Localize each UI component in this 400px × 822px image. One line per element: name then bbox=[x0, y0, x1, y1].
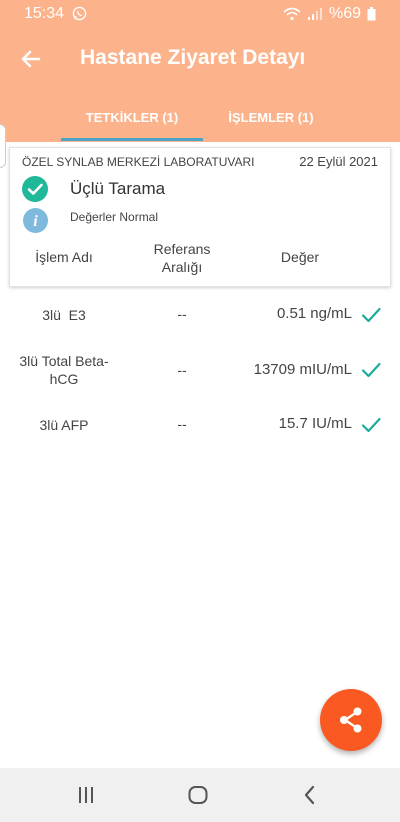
nav-back-button[interactable] bbox=[296, 782, 324, 808]
tab-tetkikler[interactable]: TETKİKLER (1) bbox=[61, 100, 203, 142]
column-header-value: Değer bbox=[280, 249, 320, 265]
share-icon bbox=[340, 707, 362, 733]
result-value: 0.51 ng/mL bbox=[276, 305, 352, 322]
result-row: 3lü E3 -- 0.51 ng/mL bbox=[0, 305, 400, 327]
share-button[interactable] bbox=[320, 689, 382, 751]
tab-label: TETKİKLER (1) bbox=[85, 110, 179, 125]
result-reference: -- bbox=[177, 416, 187, 432]
tab-islemler[interactable]: İŞLEMLER (1) bbox=[203, 100, 339, 142]
lab-name: ÖZEL SYNLAB MERKEZİ LABORATUVARI bbox=[22, 155, 255, 169]
result-row: 3lü Total Beta-hCG -- 13709 mIU/mL bbox=[0, 352, 400, 392]
page-title: Hastane Ziyaret Detayı bbox=[80, 46, 306, 69]
result-value: 15.7 IU/mL bbox=[278, 415, 352, 432]
home-icon bbox=[188, 786, 208, 804]
result-reference: -- bbox=[177, 306, 187, 322]
battery-level: %69 bbox=[328, 5, 361, 22]
arrow-left-icon bbox=[21, 50, 41, 68]
result-name: 3lü AFP bbox=[39, 417, 89, 433]
edge-panel-handle[interactable] bbox=[0, 124, 6, 168]
battery-icon bbox=[367, 7, 376, 21]
result-name: 3lü Total Beta-hCG bbox=[19, 353, 109, 387]
system-nav-bar bbox=[0, 768, 400, 822]
info-icon: i bbox=[23, 208, 48, 233]
status-bar: 15:34 %69 bbox=[0, 0, 400, 28]
lab-card: ÖZEL SYNLAB MERKEZİ LABORATUVARI 22 Eylü… bbox=[9, 147, 391, 287]
tab-label: İŞLEMLER (1) bbox=[228, 110, 314, 125]
visit-date: 22 Eylül 2021 bbox=[299, 154, 378, 169]
back-button[interactable] bbox=[14, 44, 48, 74]
column-header-name: İşlem Adı bbox=[35, 249, 93, 265]
status-time: 15:34 bbox=[24, 5, 65, 22]
result-name: 3lü E3 bbox=[42, 307, 86, 323]
result-value: 13709 mIU/mL bbox=[253, 361, 352, 378]
recent-apps-icon bbox=[79, 787, 93, 803]
svg-text:i: i bbox=[33, 213, 38, 230]
checkmark-icon bbox=[361, 307, 381, 323]
column-header-reference: Referans Aralığı bbox=[153, 241, 211, 275]
tab-indicator bbox=[61, 138, 203, 141]
home-button[interactable] bbox=[184, 782, 212, 808]
status-right: %69 bbox=[283, 5, 376, 23]
wifi-icon bbox=[283, 7, 301, 21]
recent-apps-button[interactable] bbox=[72, 782, 100, 808]
result-reference: -- bbox=[177, 362, 187, 378]
check-circle-icon bbox=[22, 176, 48, 202]
back-icon bbox=[304, 785, 315, 805]
signal-icon bbox=[307, 8, 322, 20]
app-bar: Hastane Ziyaret Detayı TETKİKLER (1) İŞL… bbox=[0, 28, 400, 142]
checkmark-icon bbox=[361, 362, 381, 378]
result-status: Değerler Normal bbox=[70, 210, 159, 224]
checkmark-icon bbox=[361, 417, 381, 433]
test-name: Üçlü Tarama bbox=[70, 179, 166, 198]
whatsapp-icon bbox=[72, 6, 87, 21]
result-row: 3lü AFP -- 15.7 IU/mL bbox=[0, 415, 400, 437]
